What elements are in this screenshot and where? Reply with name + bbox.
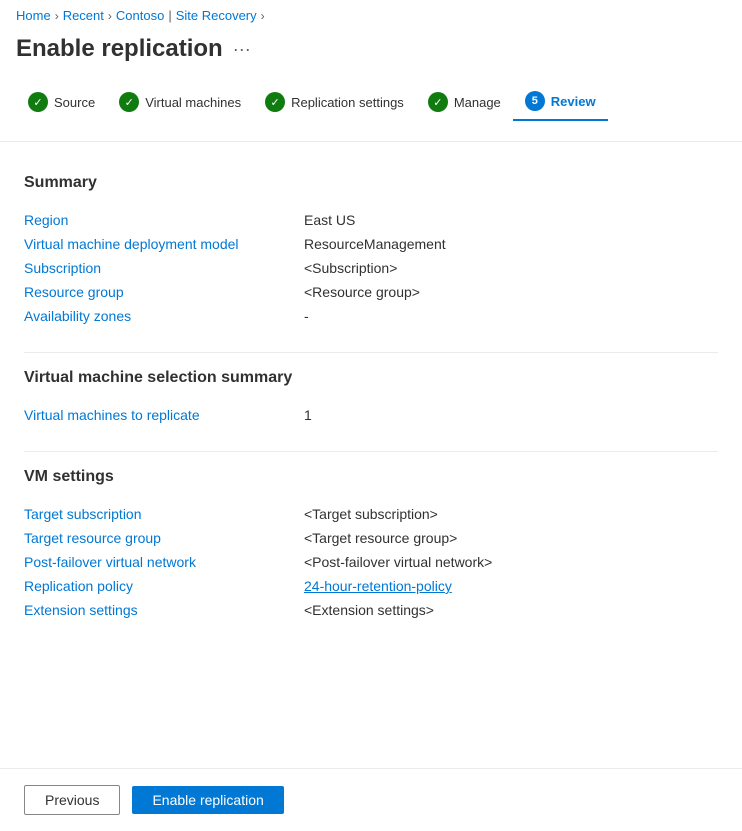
step-check-source: ✓ bbox=[28, 92, 48, 112]
breadcrumb: Home › Recent › Contoso | Site Recovery … bbox=[0, 0, 742, 27]
summary-label-subscription[interactable]: Subscription bbox=[24, 260, 304, 276]
summary-label-replication-policy[interactable]: Replication policy bbox=[24, 578, 304, 594]
enable-replication-button[interactable]: Enable replication bbox=[132, 786, 283, 814]
summary-label-target-resource-group[interactable]: Target resource group bbox=[24, 530, 304, 546]
footer: Previous Enable replication bbox=[0, 768, 742, 831]
divider-1 bbox=[24, 352, 718, 353]
wizard-steps: ✓ Source ✓ Virtual machines ✓ Replicatio… bbox=[0, 83, 742, 142]
summary-value-extension-settings: <Extension settings> bbox=[304, 602, 434, 618]
breadcrumb-home[interactable]: Home bbox=[16, 8, 51, 23]
step-label-source: Source bbox=[54, 95, 95, 110]
vm-settings-section-title: VM settings bbox=[24, 468, 718, 486]
page-title: Enable replication bbox=[16, 35, 223, 63]
summary-row-post-failover-vnet: Post-failover virtual network <Post-fail… bbox=[24, 550, 718, 574]
main-content: Summary Region East US Virtual machine d… bbox=[0, 150, 742, 726]
summary-section: Summary Region East US Virtual machine d… bbox=[24, 174, 718, 328]
summary-row-subscription: Subscription <Subscription> bbox=[24, 256, 718, 280]
summary-row-target-resource-group: Target resource group <Target resource g… bbox=[24, 526, 718, 550]
vm-selection-table: Virtual machines to replicate 1 bbox=[24, 403, 718, 427]
more-options-icon[interactable]: ··· bbox=[233, 39, 251, 60]
summary-label-resource-group[interactable]: Resource group bbox=[24, 284, 304, 300]
step-source[interactable]: ✓ Source bbox=[16, 84, 107, 120]
previous-button[interactable]: Previous bbox=[24, 785, 120, 815]
step-label-manage: Manage bbox=[454, 95, 501, 110]
step-check-virtual-machines: ✓ bbox=[119, 92, 139, 112]
breadcrumb-sep-3: › bbox=[261, 9, 265, 23]
summary-label-deployment-model[interactable]: Virtual machine deployment model bbox=[24, 236, 304, 252]
summary-label-availability-zones[interactable]: Availability zones bbox=[24, 308, 304, 324]
step-label-replication-settings: Replication settings bbox=[291, 95, 404, 110]
step-review[interactable]: 5 Review bbox=[513, 83, 608, 121]
summary-value-post-failover-vnet: <Post-failover virtual network> bbox=[304, 554, 492, 570]
divider-2 bbox=[24, 451, 718, 452]
summary-table: Region East US Virtual machine deploymen… bbox=[24, 208, 718, 328]
summary-value-vms-to-replicate: 1 bbox=[304, 407, 312, 423]
summary-value-deployment-model: ResourceManagement bbox=[304, 236, 446, 252]
vm-selection-section-title: Virtual machine selection summary bbox=[24, 369, 718, 387]
step-replication-settings[interactable]: ✓ Replication settings bbox=[253, 84, 416, 120]
summary-value-target-resource-group: <Target resource group> bbox=[304, 530, 457, 546]
vm-selection-section: Virtual machine selection summary Virtua… bbox=[24, 369, 718, 427]
step-manage[interactable]: ✓ Manage bbox=[416, 84, 513, 120]
page-header: Enable replication ··· bbox=[0, 27, 742, 83]
step-check-manage: ✓ bbox=[428, 92, 448, 112]
summary-label-post-failover-vnet[interactable]: Post-failover virtual network bbox=[24, 554, 304, 570]
summary-row-region: Region East US bbox=[24, 208, 718, 232]
summary-value-subscription: <Subscription> bbox=[304, 260, 397, 276]
vm-settings-table: Target subscription <Target subscription… bbox=[24, 502, 718, 622]
summary-label-target-subscription[interactable]: Target subscription bbox=[24, 506, 304, 522]
summary-label-vms-to-replicate[interactable]: Virtual machines to replicate bbox=[24, 407, 304, 423]
step-number-review: 5 bbox=[525, 91, 545, 111]
summary-row-extension-settings: Extension settings <Extension settings> bbox=[24, 598, 718, 622]
summary-value-target-subscription: <Target subscription> bbox=[304, 506, 438, 522]
step-check-replication-settings: ✓ bbox=[265, 92, 285, 112]
step-virtual-machines[interactable]: ✓ Virtual machines bbox=[107, 84, 253, 120]
vm-settings-section: VM settings Target subscription <Target … bbox=[24, 468, 718, 622]
breadcrumb-sep-1: › bbox=[55, 9, 59, 23]
summary-row-resource-group: Resource group <Resource group> bbox=[24, 280, 718, 304]
breadcrumb-recent[interactable]: Recent bbox=[63, 8, 104, 23]
summary-row-replication-policy: Replication policy 24-hour-retention-pol… bbox=[24, 574, 718, 598]
breadcrumb-pipe: | bbox=[168, 8, 171, 23]
summary-row-availability-zones: Availability zones - bbox=[24, 304, 718, 328]
step-label-review: Review bbox=[551, 94, 596, 109]
summary-value-replication-policy[interactable]: 24-hour-retention-policy bbox=[304, 578, 452, 594]
summary-row-vms-to-replicate: Virtual machines to replicate 1 bbox=[24, 403, 718, 427]
summary-section-title: Summary bbox=[24, 174, 718, 192]
breadcrumb-contoso[interactable]: Contoso bbox=[116, 8, 164, 23]
breadcrumb-site-recovery[interactable]: Site Recovery bbox=[176, 8, 257, 23]
summary-label-region[interactable]: Region bbox=[24, 212, 304, 228]
breadcrumb-sep-2: › bbox=[108, 9, 112, 23]
summary-row-target-subscription: Target subscription <Target subscription… bbox=[24, 502, 718, 526]
summary-row-deployment-model: Virtual machine deployment model Resourc… bbox=[24, 232, 718, 256]
summary-value-availability-zones: - bbox=[304, 308, 309, 324]
summary-value-resource-group: <Resource group> bbox=[304, 284, 420, 300]
summary-value-region: East US bbox=[304, 212, 355, 228]
summary-label-extension-settings[interactable]: Extension settings bbox=[24, 602, 304, 618]
step-label-virtual-machines: Virtual machines bbox=[145, 95, 241, 110]
